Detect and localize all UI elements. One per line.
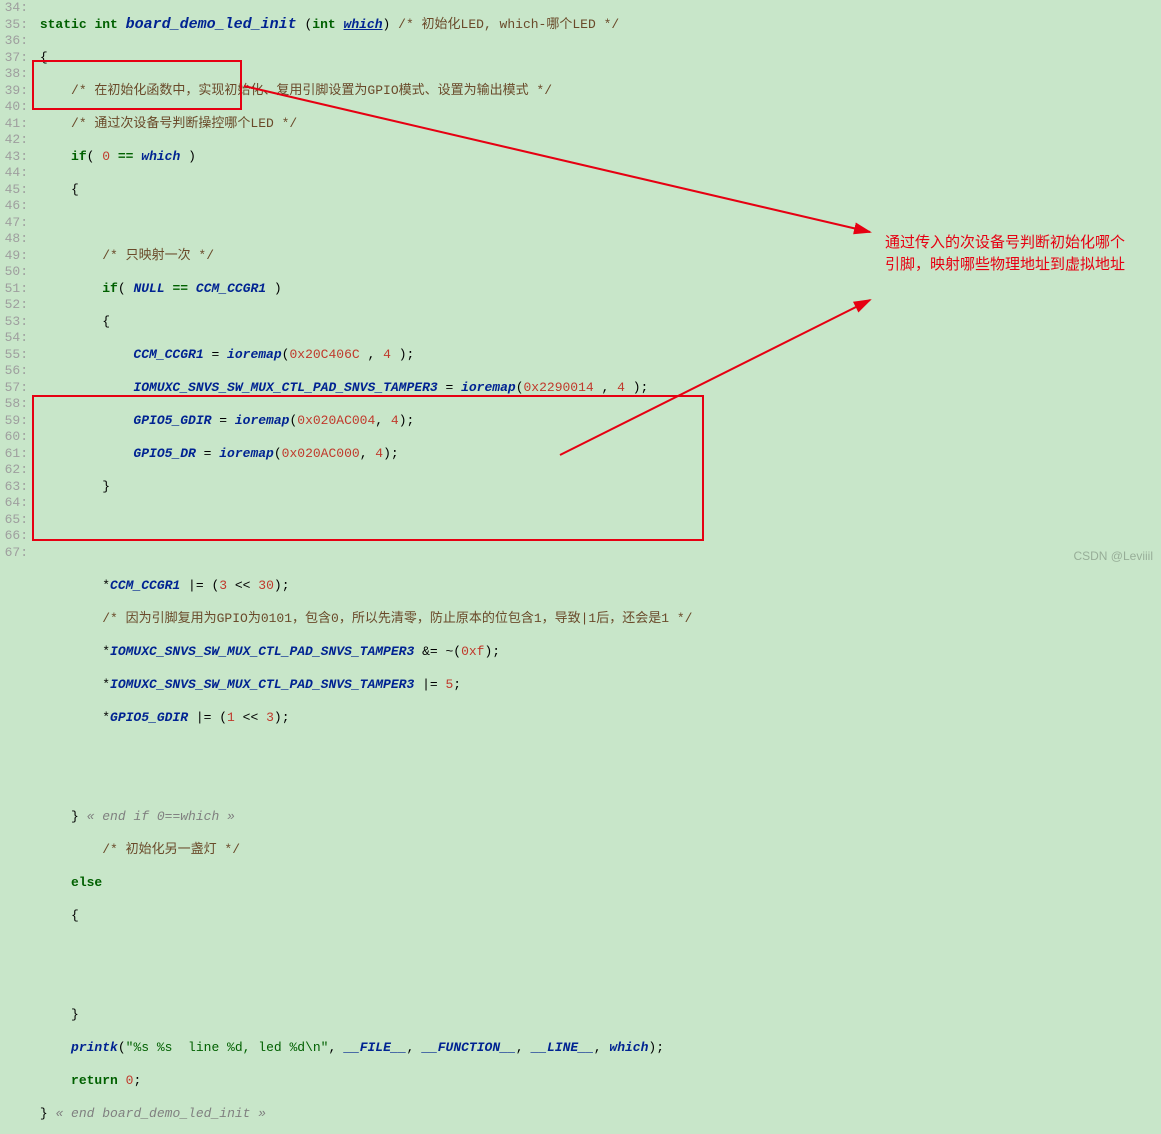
code-line: *CCM_CCGR1 |= (3 << 30); [32, 578, 1161, 595]
code-line: GPIO5_GDIR = ioremap(0x020AC004, 4); [32, 413, 1161, 430]
annotation-text: 通过传入的次设备号判断初始化哪个引脚，映射哪些物理地址到虚拟地址 [885, 232, 1125, 276]
code-line: return 0; [32, 1073, 1161, 1090]
line-number: 48: [0, 231, 28, 248]
code-line: *IOMUXC_SNVS_SW_MUX_CTL_PAD_SNVS_TAMPER3… [32, 677, 1161, 694]
code-line: *IOMUXC_SNVS_SW_MUX_CTL_PAD_SNVS_TAMPER3… [32, 644, 1161, 661]
code-line: { [32, 50, 1161, 67]
code-line: IOMUXC_SNVS_SW_MUX_CTL_PAD_SNVS_TAMPER3 … [32, 380, 1161, 397]
line-number: 56: [0, 363, 28, 380]
code-line: /* 因为引脚复用为GPIO为0101，包含0，所以先清零，防止原本的位包含1，… [32, 611, 1161, 628]
line-number: 38: [0, 66, 28, 83]
line-number: 52: [0, 297, 28, 314]
code-editor: 34:35:36:37:38:39:40:41:42:43:44:45:46:4… [0, 0, 1161, 1134]
line-number: 49: [0, 248, 28, 265]
code-line [32, 776, 1161, 793]
code-line: } « end board_demo_led_init » [32, 1106, 1161, 1123]
code-line: CCM_CCGR1 = ioremap(0x20C406C , 4 ); [32, 347, 1161, 364]
line-number: 42: [0, 132, 28, 149]
line-number: 58: [0, 396, 28, 413]
code-line: if( 0 == which ) [32, 149, 1161, 166]
line-number: 55: [0, 347, 28, 364]
line-number: 36: [0, 33, 28, 50]
line-number: 62: [0, 462, 28, 479]
code-line [32, 743, 1161, 760]
line-number: 61: [0, 446, 28, 463]
code-line: printk("%s %s line %d, led %d\n", __FILE… [32, 1040, 1161, 1057]
code-line: { [32, 182, 1161, 199]
code-line: else [32, 875, 1161, 892]
code-line: } [32, 479, 1161, 496]
line-number: 37: [0, 50, 28, 67]
code-line [32, 512, 1161, 529]
line-number: 51: [0, 281, 28, 298]
line-number: 39: [0, 83, 28, 100]
line-number: 63: [0, 479, 28, 496]
line-number: 65: [0, 512, 28, 529]
code-line [32, 941, 1161, 958]
line-number: 66: [0, 528, 28, 545]
line-number: 41: [0, 116, 28, 133]
line-number: 34: [0, 0, 28, 17]
code-line: { [32, 908, 1161, 925]
code-line: if( NULL == CCM_CCGR1 ) [32, 281, 1161, 298]
line-number: 54: [0, 330, 28, 347]
line-gutter: 34:35:36:37:38:39:40:41:42:43:44:45:46:4… [0, 0, 32, 1134]
line-number: 60: [0, 429, 28, 446]
line-number: 40: [0, 99, 28, 116]
code-line: /* 在初始化函数中，实现初始化、复用引脚设置为GPIO模式、设置为输出模式 *… [32, 83, 1161, 100]
code-line: static int board_demo_led_init (int whic… [32, 17, 1161, 34]
code-line: /* 通过次设备号判断操控哪个LED */ [32, 116, 1161, 133]
code-line [32, 974, 1161, 991]
code-area: static int board_demo_led_init (int whic… [32, 0, 1161, 1134]
line-number: 46: [0, 198, 28, 215]
code-line: } « end if 0==which » [32, 809, 1161, 826]
code-line: { [32, 314, 1161, 331]
line-number: 53: [0, 314, 28, 331]
line-number: 50: [0, 264, 28, 281]
line-number: 45: [0, 182, 28, 199]
line-number: 64: [0, 495, 28, 512]
line-number: 35: [0, 17, 28, 34]
code-line: *GPIO5_GDIR |= (1 << 3); [32, 710, 1161, 727]
line-number: 67: [0, 545, 28, 562]
line-number: 44: [0, 165, 28, 182]
line-number: 59: [0, 413, 28, 430]
code-line: /* 初始化另一盏灯 */ [32, 842, 1161, 859]
code-line: } [32, 1007, 1161, 1024]
watermark: CSDN @Leviiil [1073, 549, 1153, 563]
line-number: 47: [0, 215, 28, 232]
line-number: 57: [0, 380, 28, 397]
code-line [32, 545, 1161, 562]
code-line [32, 215, 1161, 232]
code-line: GPIO5_DR = ioremap(0x020AC000, 4); [32, 446, 1161, 463]
line-number: 43: [0, 149, 28, 166]
